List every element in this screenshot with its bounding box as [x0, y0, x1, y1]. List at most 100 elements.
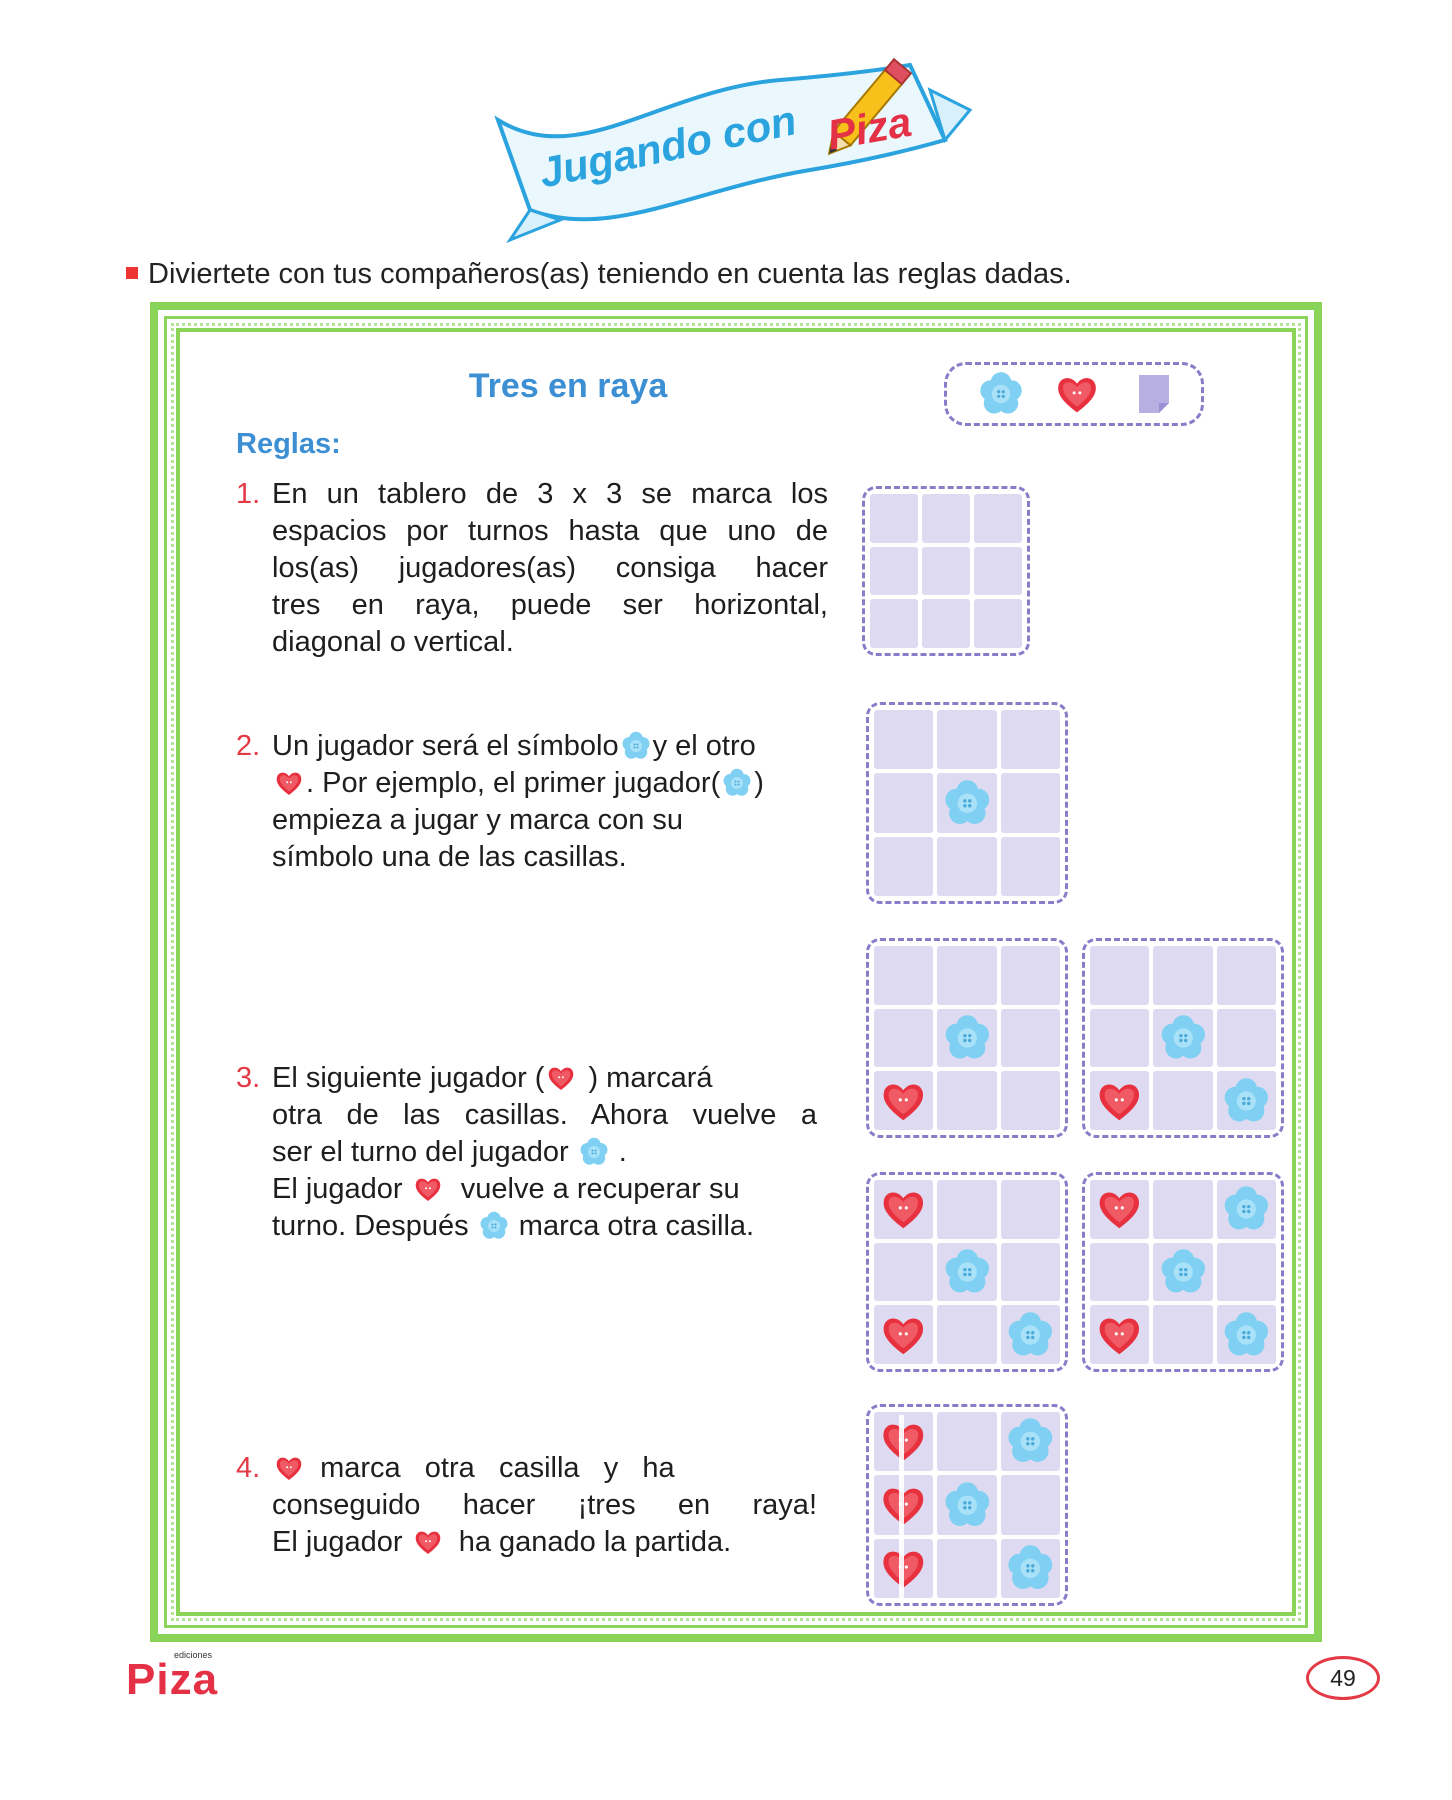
board-step-5: [1082, 1172, 1284, 1372]
rule-text: vuelve a recuperar su: [460, 1173, 740, 1205]
rule-1: 1. En un tablero de 3 x 3 se marca los e…: [236, 476, 828, 661]
rule-3: 3. El siguiente jugador () marcará otra …: [236, 1060, 817, 1245]
board-cell: [937, 1412, 997, 1472]
board-cell: [1216, 1180, 1276, 1239]
rule-text: El siguiente jugador (: [272, 1062, 545, 1094]
board-cell: [1090, 1008, 1150, 1068]
board-cell: [937, 1538, 997, 1598]
rule-4: 4. marca otra casilla y ha conseguido ha…: [236, 1450, 817, 1561]
red-heart-icon: [272, 1453, 312, 1483]
board-empty: [862, 486, 1030, 656]
blue-flower-icon: [1224, 1077, 1268, 1122]
purple-sticky-note-icon: [1137, 373, 1171, 415]
board-cell: [870, 599, 918, 648]
red-heart-icon: [1099, 1318, 1140, 1354]
board-cell: [870, 546, 918, 596]
board-cell: [974, 599, 1022, 648]
board-cell: [937, 1071, 997, 1130]
board-cell: [937, 1242, 997, 1302]
red-heart-icon: [883, 1084, 924, 1120]
rule-text: ): [754, 767, 764, 799]
board-cell: [937, 946, 997, 1005]
board-cell: [974, 494, 1022, 543]
blue-flower-icon: [1161, 1015, 1205, 1059]
page-number: 49: [1306, 1656, 1380, 1700]
board-cell: [937, 773, 997, 833]
board-cell: [1000, 946, 1060, 1005]
red-heart-icon: [411, 1527, 451, 1557]
instruction-text: Diviertete con tus compañeros(as) tenien…: [126, 258, 1072, 291]
board-cell: [1216, 1242, 1276, 1302]
rule-line: diagonal o vertical.: [272, 626, 514, 658]
board-cell: [974, 546, 1022, 596]
board-cell: [1090, 1180, 1150, 1239]
blue-flower-icon: [619, 731, 653, 761]
red-heart-icon: [883, 1192, 924, 1229]
board-cell: [1000, 1475, 1060, 1535]
board-cell: [874, 946, 934, 1005]
board-cell: [1090, 1071, 1150, 1130]
rule-line: espacios por turnos hasta que uno de: [272, 515, 828, 547]
board-cell: [1153, 1008, 1213, 1068]
rule-line: En un tablero de 3 x 3 se marca los: [272, 478, 828, 510]
red-heart-icon: [883, 1318, 924, 1354]
blue-flower-icon: [945, 1249, 989, 1293]
rule-text: ha ganado la partida.: [458, 1526, 732, 1558]
red-heart-icon: [544, 1063, 588, 1093]
board-cell: [874, 1008, 934, 1068]
publisher-logo: Piza: [126, 1655, 219, 1704]
instruction-label: Diviertete con tus compañeros(as) tenien…: [148, 258, 1072, 290]
board-cell: [874, 773, 934, 833]
blue-flower-icon: [977, 371, 1025, 417]
blue-flower-icon: [1161, 1249, 1205, 1293]
blue-flower-icon: [1008, 1545, 1053, 1589]
rule-line: conseguido hacer ¡tres en raya!: [272, 1489, 817, 1521]
rule-number: 1.: [236, 478, 261, 510]
board-cell: [937, 836, 997, 896]
board-cell: [922, 546, 970, 596]
board-cell: [874, 1180, 934, 1239]
board-cell: [922, 599, 970, 648]
blue-flower-icon: [945, 1015, 989, 1059]
board-cell: [1216, 946, 1276, 1005]
board-cell: [1000, 1071, 1060, 1130]
board-cell: [1000, 836, 1060, 896]
rule-text: turno. Después: [272, 1210, 469, 1242]
blue-flower-icon: [720, 768, 754, 798]
red-heart-icon: [1099, 1192, 1140, 1229]
rule-text: ser el turno del jugador: [272, 1136, 569, 1168]
rules-heading: Reglas:: [236, 428, 341, 460]
board-cell: [1000, 710, 1060, 770]
board-cell: [1153, 1180, 1213, 1239]
rule-number: 2.: [236, 730, 261, 762]
blue-flower-icon: [1008, 1311, 1052, 1356]
blue-flower-icon: [1224, 1311, 1268, 1356]
rule-line: los(as) jugadores(as) consiga hacer: [272, 552, 828, 584]
rule-text: . Por ejemplo, el primer jugador(: [306, 767, 721, 799]
board-cell: [874, 710, 934, 770]
rule-line: empieza a jugar y marca con su: [272, 804, 684, 836]
rule-text: .: [618, 1136, 627, 1168]
board-cell: [870, 494, 918, 543]
board-cell: [937, 710, 997, 770]
blue-flower-icon: [945, 779, 989, 824]
blue-flower-icon: [1224, 1186, 1268, 1230]
blue-flower-icon: [1008, 1418, 1053, 1463]
board-cell: [1216, 1305, 1276, 1364]
board-winning: [866, 1404, 1068, 1606]
rule-text: Un jugador será el símbolo: [272, 730, 619, 762]
board-cell: [1090, 946, 1150, 1005]
rule-number: 4.: [236, 1452, 261, 1484]
activity-title: Tres en raya: [468, 367, 668, 405]
symbol-legend: [944, 362, 1204, 426]
board-step-1: [866, 702, 1068, 904]
board-cell: [937, 1008, 997, 1068]
winning-line: [899, 1415, 904, 1599]
rule-text: ) marcará: [588, 1062, 713, 1094]
board-cell: [1000, 1180, 1060, 1239]
board-cell: [874, 836, 934, 896]
board-cell: [1090, 1242, 1150, 1302]
board-cell: [874, 1071, 934, 1130]
bullet-square-icon: [126, 267, 138, 280]
board-cell: [937, 1305, 997, 1364]
